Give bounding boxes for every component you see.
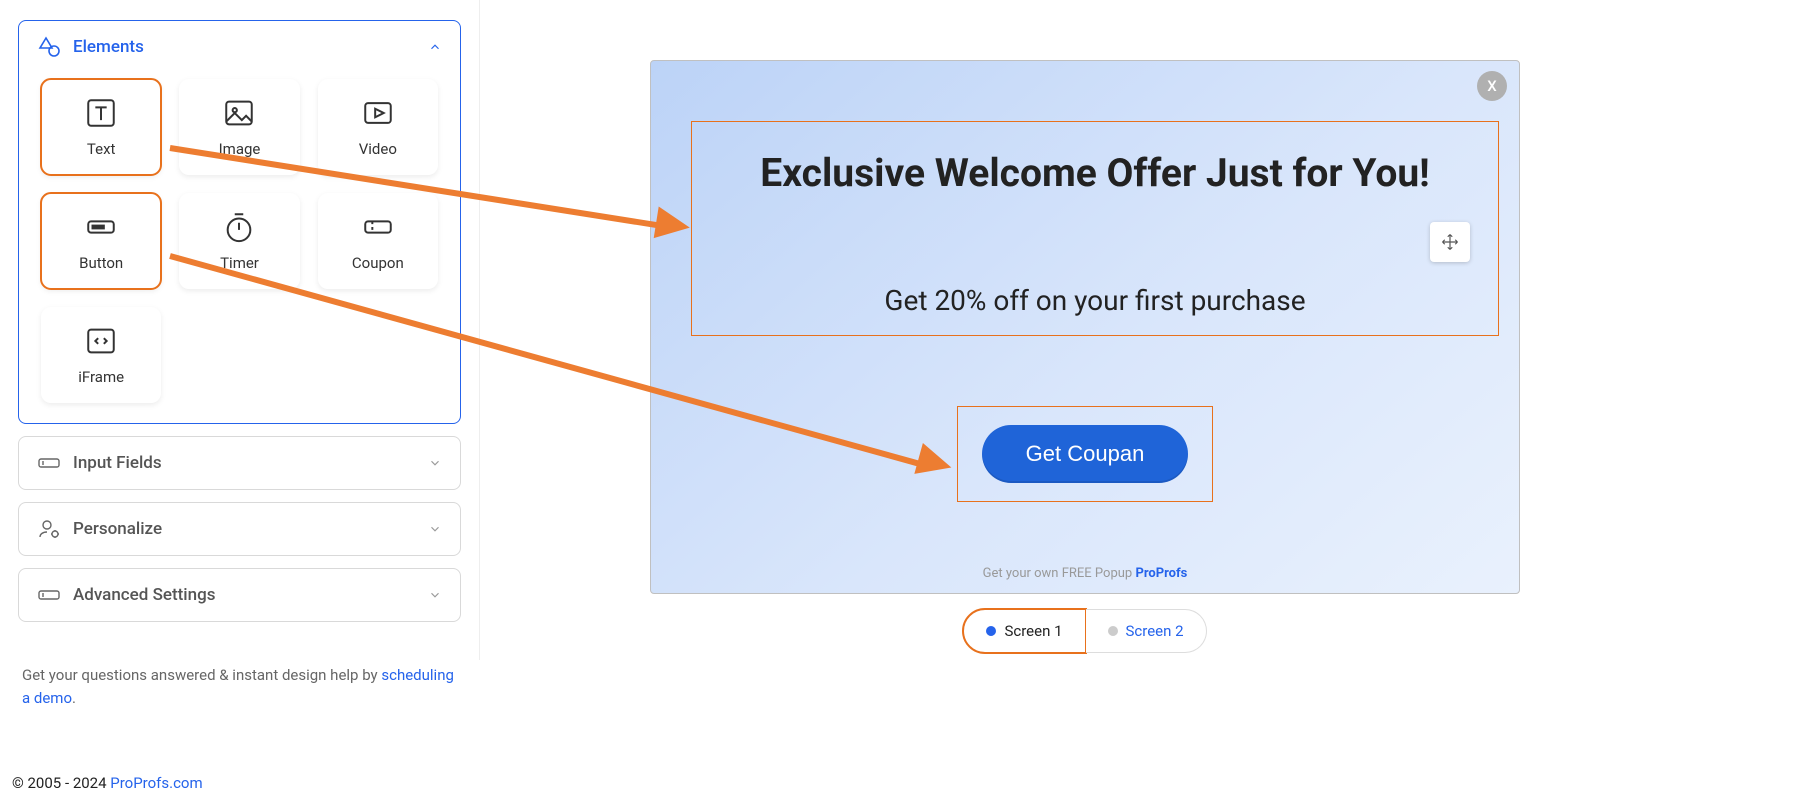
move-handle[interactable]	[1430, 222, 1470, 262]
accordion-title: Personalize	[73, 519, 416, 539]
element-button[interactable]: Button	[41, 193, 161, 289]
timer-icon	[222, 210, 256, 244]
input-icon	[37, 451, 61, 475]
button-icon	[84, 210, 118, 244]
shapes-icon	[37, 35, 61, 59]
accordion-elements[interactable]: Elements Text Image Video	[18, 20, 461, 424]
accordion-input-fields[interactable]: Input Fields	[18, 436, 461, 490]
accordion-title: Advanced Settings	[73, 585, 416, 605]
dot-icon	[986, 626, 996, 636]
element-video[interactable]: Video	[318, 79, 438, 175]
settings-box-icon	[37, 583, 61, 607]
get-coupon-button[interactable]: Get Coupan	[982, 425, 1189, 483]
copyright: © 2005 - 2024 ProProfs.com	[12, 774, 203, 792]
coupon-icon	[361, 210, 395, 244]
text-block-selected[interactable]: Exclusive Welcome Offer Just for You! Ge…	[691, 121, 1499, 336]
iframe-icon	[84, 324, 118, 358]
element-coupon[interactable]: Coupon	[318, 193, 438, 289]
chevron-down-icon	[428, 456, 442, 470]
dot-icon	[1108, 626, 1118, 636]
screen-1-tab[interactable]: Screen 1	[963, 609, 1085, 653]
screen-2-tab[interactable]: Screen 2	[1086, 609, 1207, 653]
sidebar: Elements Text Image Video	[0, 0, 480, 660]
elements-grid: Text Image Video Button Timer	[19, 73, 460, 423]
accordion-advanced[interactable]: Advanced Settings	[18, 568, 461, 622]
canvas: X Exclusive Welcome Offer Just for You! …	[480, 0, 1803, 660]
accordion-title: Input Fields	[73, 453, 416, 473]
chevron-down-icon	[428, 588, 442, 602]
popup-footer: Get your own FREE Popup ProProfs	[651, 566, 1519, 581]
screen-switcher: Screen 1 Screen 2	[651, 609, 1519, 653]
element-image[interactable]: Image	[179, 79, 299, 175]
text-icon	[84, 96, 118, 130]
element-timer[interactable]: Timer	[179, 193, 299, 289]
chevron-up-icon	[428, 40, 442, 54]
chevron-down-icon	[428, 522, 442, 536]
move-icon	[1441, 233, 1459, 251]
user-gear-icon	[37, 517, 61, 541]
close-button[interactable]: X	[1477, 71, 1507, 101]
accordion-title: Elements	[73, 37, 416, 57]
video-icon	[361, 96, 395, 130]
proprofs-link[interactable]: ProProfs.com	[110, 774, 202, 792]
element-iframe[interactable]: iFrame	[41, 307, 161, 403]
popup-preview: X Exclusive Welcome Offer Just for You! …	[650, 60, 1520, 594]
image-icon	[222, 96, 256, 130]
element-text[interactable]: Text	[41, 79, 161, 175]
help-text: Get your questions answered & instant de…	[18, 634, 461, 709]
popup-headline: Exclusive Welcome Offer Just for You!	[706, 150, 1484, 196]
button-block-selected[interactable]: Get Coupan	[957, 406, 1213, 502]
popup-subhead: Get 20% off on your first purchase	[706, 284, 1484, 317]
accordion-personalize[interactable]: Personalize	[18, 502, 461, 556]
brand-label: ProProfs	[1135, 566, 1187, 581]
